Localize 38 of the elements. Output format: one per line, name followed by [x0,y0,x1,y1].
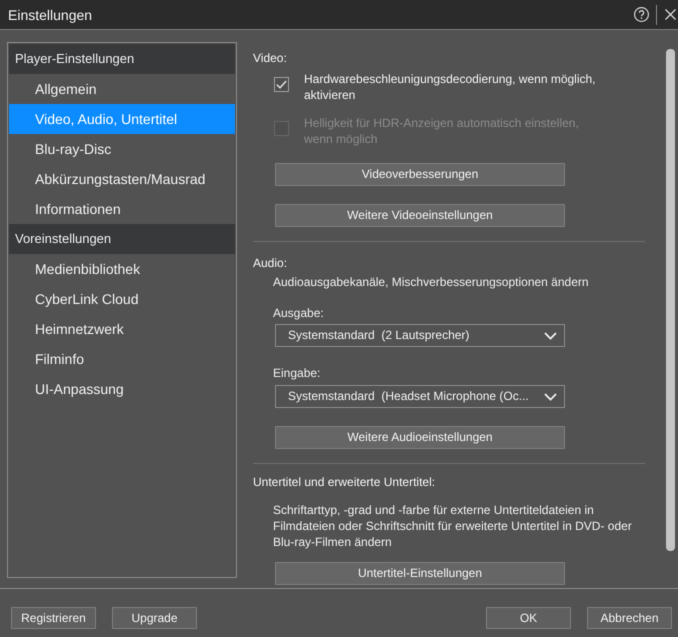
close-icon[interactable] [665,9,676,20]
sidebar-group-header: Voreinstellungen [9,224,235,254]
chevron-down-icon [544,392,557,400]
checkmark-icon [276,80,287,89]
dropdown[interactable]: Systemstandard (Headset Microphone (Oc... [275,385,565,408]
chevron-down-icon [544,332,557,340]
description-text: Schriftarttyp, -grad und -farbe für externe Untertiteldateien in Filmdateien oder Schriftschnitt für erweiterte Untertitel in DVD- oder Blu-ray-Filmen ändern [272,502,633,550]
sidebar-item[interactable]: Informationen [9,194,235,224]
section-title: Untertitel und erweiterte Untertitel: [253,474,436,490]
checkbox-label: Hardwarebeschleunigungsdecodierung, wenn möglich, aktivieren [304,71,597,103]
scrollbar-thumb[interactable] [666,49,675,551]
description-text: Audioausgabekanäle, Mischverbesserungsoptionen ändern [272,274,590,290]
sidebar-item[interactable]: UI-Anpassung [9,374,235,404]
button[interactable]: Untertitel-Einstellungen [275,562,565,585]
section-title: Audio: [253,255,288,271]
sidebar-item[interactable]: Medienbibliothek [9,254,235,284]
button[interactable]: Videoverbesserungen [275,163,565,186]
section-title: Video: [253,50,288,66]
checkbox-label: Helligkeit für HDR-Anzeigen automatisch einstellen, wenn möglich [304,115,580,147]
button[interactable]: Upgrade [112,607,197,629]
sidebar-item[interactable]: Heimnetzwerk [9,314,235,344]
window-title: Einstellungen [8,6,92,24]
button[interactable]: Registrieren [11,607,96,629]
button[interactable]: Weitere Videoeinstellungen [275,204,565,227]
sidebar-item[interactable]: Allgemein [9,74,235,104]
checkbox[interactable] [274,77,289,92]
sidebar-item[interactable]: Abkürzungstasten/Mausrad [9,164,235,194]
sidebar-item[interactable]: CyberLink Cloud [9,284,235,314]
button[interactable]: Weitere Audioeinstellungen [275,426,565,449]
sidebar-item[interactable]: Filminfo [9,344,235,374]
field-label: Eingabe: [272,365,322,381]
button[interactable]: OK [486,607,571,629]
help-icon[interactable] [634,7,649,22]
sidebar-group-header: Player-Einstellungen [9,44,235,74]
dropdown[interactable]: Systemstandard (2 Lautsprecher) [275,324,565,347]
field-label: Ausgabe: [272,305,325,321]
sidebar-item[interactable]: Blu-ray-Disc [9,134,235,164]
button[interactable]: Abbrechen [587,607,672,629]
